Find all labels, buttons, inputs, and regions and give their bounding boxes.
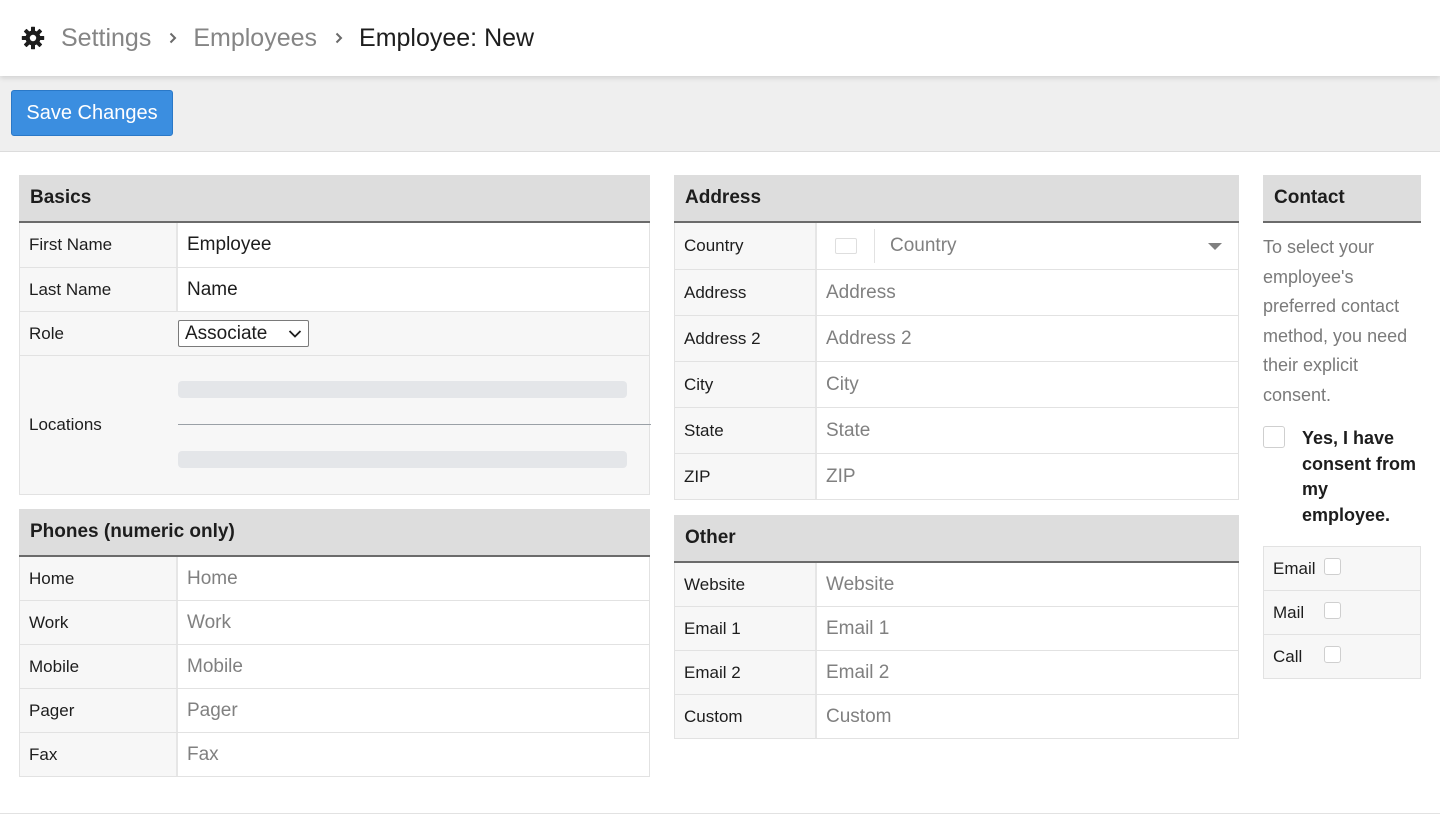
first-name-label: First Name: [20, 223, 178, 267]
other-panel: Other Website Email 1 Email 2 Custom: [674, 515, 1239, 739]
website-input[interactable]: [817, 573, 1238, 596]
address-input[interactable]: [817, 281, 1238, 304]
last-name-row: Last Name: [19, 268, 650, 312]
contact-method-label: Call: [1273, 646, 1303, 666]
phone-fax-row: Fax: [19, 733, 650, 777]
basics-panel-title: Basics: [19, 175, 650, 223]
email1-row: Email 1: [674, 607, 1239, 651]
custom-label: Custom: [675, 695, 817, 738]
address-row: Address: [674, 270, 1239, 316]
contact-method-label: Mail: [1273, 602, 1305, 622]
chevron-down-icon: [288, 323, 302, 345]
chevron-right-icon: [167, 32, 179, 44]
consent-label: Yes, I have consent from my employee.: [1302, 428, 1417, 525]
consent-checkbox-row: Yes, I have consent from my employee.: [1263, 426, 1421, 528]
breadcrumb-employees-link[interactable]: Employees: [193, 24, 317, 53]
first-name-row: First Name: [19, 223, 650, 268]
consent-checkbox[interactable]: [1263, 426, 1285, 448]
locations-field[interactable]: [178, 356, 651, 494]
call-method-checkbox[interactable]: [1324, 646, 1341, 663]
role-row: Role Associate: [19, 312, 650, 356]
address-panel: Address Country Country Address Address …: [674, 175, 1239, 500]
phone-home-row: Home: [19, 557, 650, 601]
locations-loading-placeholder: [178, 381, 627, 398]
phone-mobile-row: Mobile: [19, 645, 650, 689]
phone-pager-label: Pager: [20, 689, 178, 732]
last-name-input[interactable]: [178, 278, 649, 301]
contact-method-mail: Mail: [1263, 591, 1421, 635]
country-flag-icon: [835, 238, 857, 254]
contact-method-email: Email: [1263, 547, 1421, 591]
country-placeholder: Country: [890, 235, 957, 256]
basics-panel: Basics First Name Last Name Role Associa…: [19, 175, 651, 495]
phone-pager-row: Pager: [19, 689, 650, 733]
locations-row: Locations: [19, 356, 651, 495]
mail-method-checkbox[interactable]: [1324, 602, 1341, 619]
zip-label: ZIP: [675, 454, 817, 499]
address2-input[interactable]: [817, 327, 1238, 350]
address2-label: Address 2: [675, 316, 817, 361]
email-method-checkbox[interactable]: [1324, 558, 1341, 575]
city-input[interactable]: [817, 373, 1238, 396]
save-changes-button[interactable]: Save Changes: [11, 90, 173, 136]
phone-mobile-label: Mobile: [20, 645, 178, 688]
phone-fax-input[interactable]: [178, 743, 649, 766]
email2-input[interactable]: [817, 661, 1238, 684]
country-label: Country: [675, 223, 817, 269]
phone-mobile-input[interactable]: [178, 655, 649, 678]
locations-divider: [178, 424, 651, 425]
phone-pager-input[interactable]: [178, 699, 649, 722]
custom-row: Custom: [674, 695, 1239, 739]
caret-down-icon: [1208, 242, 1222, 250]
phone-work-row: Work: [19, 601, 650, 645]
state-row: State: [674, 408, 1239, 454]
city-label: City: [675, 362, 817, 407]
phone-work-input[interactable]: [178, 611, 649, 634]
phone-work-label: Work: [20, 601, 178, 644]
contact-panel-title: Contact: [1263, 175, 1421, 223]
chevron-right-icon: [333, 32, 345, 44]
address2-row: Address 2: [674, 316, 1239, 362]
state-label: State: [675, 408, 817, 453]
breadcrumb: Settings Employees Employee: New: [0, 0, 1440, 76]
contact-methods: Email Mail Call: [1263, 546, 1421, 679]
phones-panel-title: Phones (numeric only): [19, 509, 650, 557]
gear-icon[interactable]: [20, 25, 46, 51]
address-panel-title: Address: [674, 175, 1239, 223]
country-select[interactable]: Country: [817, 223, 1238, 269]
address-label: Address: [675, 270, 817, 315]
phone-home-input[interactable]: [178, 567, 649, 590]
breadcrumb-settings-link[interactable]: Settings: [61, 24, 151, 53]
email1-label: Email 1: [675, 607, 817, 650]
contact-method-label: Email: [1273, 558, 1316, 578]
contact-consent-note: To select your employee's preferred cont…: [1263, 237, 1408, 405]
last-name-label: Last Name: [20, 268, 178, 311]
zip-input[interactable]: [817, 465, 1238, 488]
first-name-input[interactable]: [178, 234, 649, 256]
role-selected-value: Associate: [185, 322, 268, 344]
email1-input[interactable]: [817, 617, 1238, 640]
page-title: Employee: New: [359, 23, 535, 52]
state-input[interactable]: [817, 419, 1238, 442]
custom-input[interactable]: [817, 705, 1238, 728]
phone-home-label: Home: [20, 557, 178, 600]
toolbar: Save Changes: [0, 76, 1440, 152]
phones-panel: Phones (numeric only) Home Work Mobile P…: [19, 509, 650, 777]
page-bottom-divider: [0, 813, 1440, 814]
phone-fax-label: Fax: [20, 733, 178, 776]
other-panel-title: Other: [674, 515, 1239, 563]
website-label: Website: [675, 563, 817, 606]
role-select[interactable]: Associate: [178, 320, 309, 347]
zip-row: ZIP: [674, 454, 1239, 500]
email2-row: Email 2: [674, 651, 1239, 695]
role-label: Role: [20, 312, 178, 355]
email2-label: Email 2: [675, 651, 817, 694]
contact-method-call: Call: [1263, 635, 1421, 679]
country-row: Country Country: [674, 223, 1239, 270]
city-row: City: [674, 362, 1239, 408]
contact-panel: Contact To select your employee's prefer…: [1263, 175, 1421, 679]
locations-loading-placeholder: [178, 451, 627, 468]
website-row: Website: [674, 563, 1239, 607]
locations-label: Locations: [20, 356, 178, 494]
